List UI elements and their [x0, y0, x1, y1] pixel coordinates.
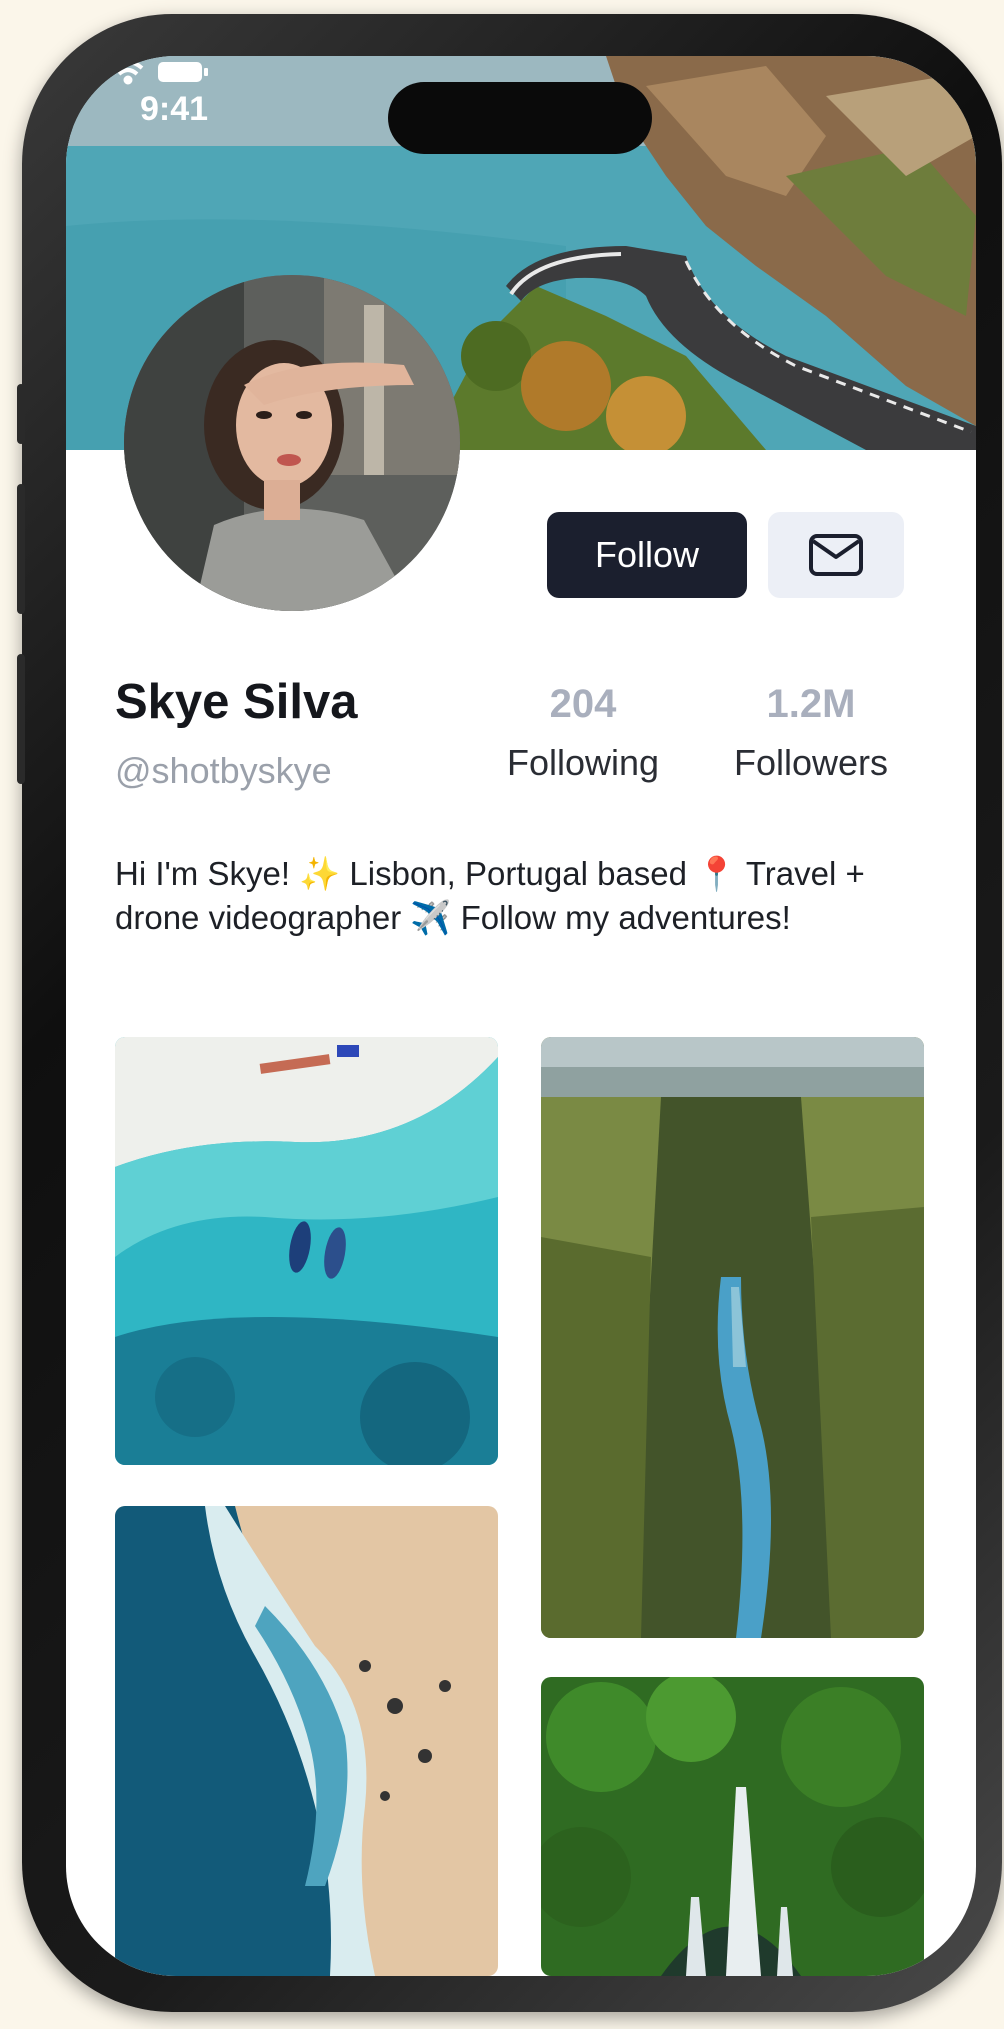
bio-line-2: drone videographer ✈️ Follow my adventur…	[115, 899, 791, 936]
photo-waterfall-forest[interactable]	[541, 1677, 924, 1976]
following-label[interactable]: Following	[468, 742, 698, 784]
profile-bio: Hi I'm Skye! ✨ Lisbon, Portugal based 📍 …	[115, 852, 945, 940]
photo-beach-boats[interactable]	[115, 1037, 498, 1465]
avatar[interactable]	[124, 275, 460, 611]
follow-button[interactable]: Follow	[547, 512, 747, 598]
phone-screen: 9:41 Follow Skye Silva @shotbyskye 204 F…	[66, 56, 976, 1976]
side-button-volume-up	[17, 484, 25, 614]
side-button-volume-down	[17, 654, 25, 784]
wifi-icon	[112, 60, 144, 85]
following-count[interactable]: 204	[478, 682, 688, 727]
followers-label[interactable]: Followers	[696, 742, 926, 784]
status-icons	[66, 59, 208, 85]
profile-name: Skye Silva	[115, 675, 358, 729]
signal-icon	[66, 59, 99, 84]
status-time: 9:41	[140, 90, 209, 128]
followers-count[interactable]: 1.2M	[706, 682, 916, 727]
envelope-icon	[809, 534, 863, 576]
profile-handle: @shotbyskye	[115, 750, 332, 791]
photo-canyon-river[interactable]	[541, 1037, 924, 1638]
battery-icon	[158, 62, 208, 82]
message-button[interactable]	[768, 512, 904, 598]
bio-line-1: Hi I'm Skye! ✨ Lisbon, Portugal based 📍 …	[115, 855, 865, 892]
photo-coastline[interactable]	[115, 1506, 498, 1976]
dynamic-island	[388, 82, 652, 154]
side-button-top	[17, 384, 25, 444]
